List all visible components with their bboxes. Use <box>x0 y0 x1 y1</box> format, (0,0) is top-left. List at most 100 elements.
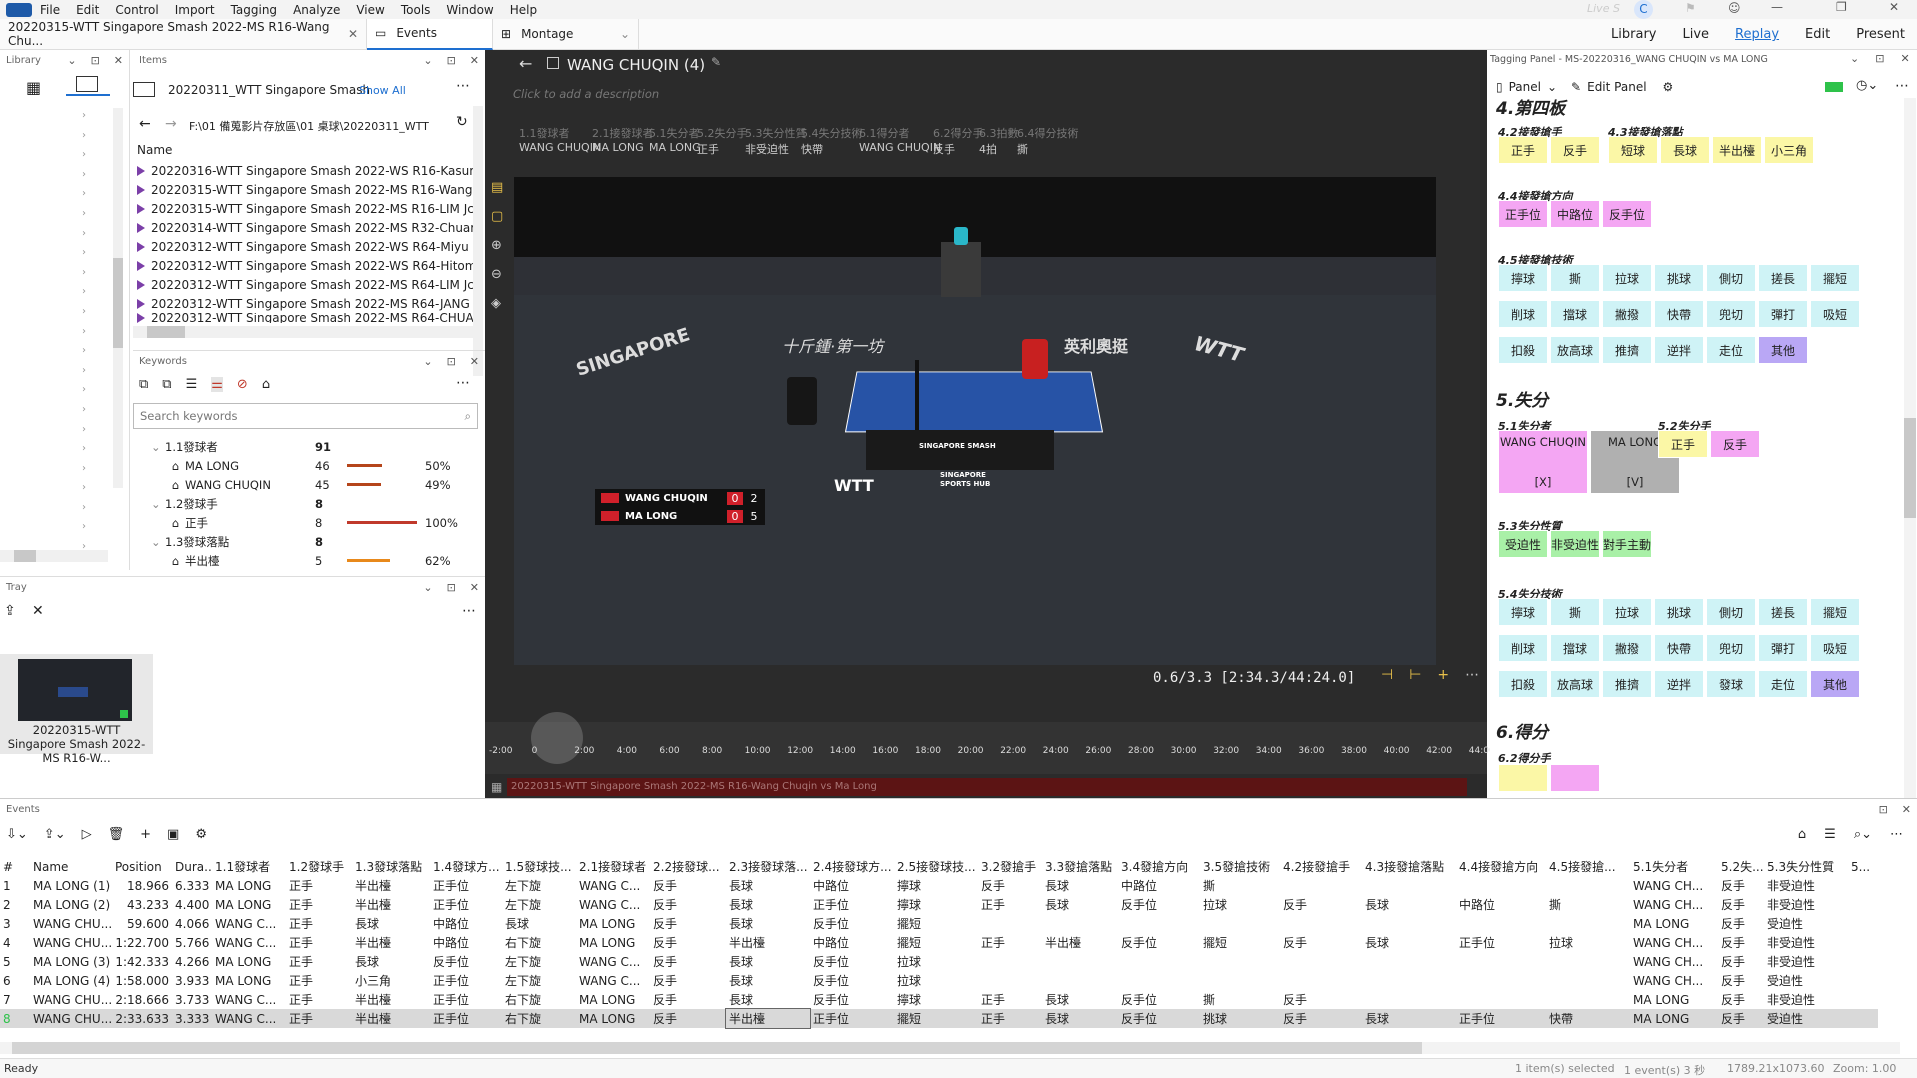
table-row[interactable]: 2 MA LONG (2) 43.233 4.400 MA LONG 正手 半出檯 正手位 左下… <box>0 895 1878 914</box>
tag-button[interactable]: WANG CHUQIN [X] <box>1498 430 1588 494</box>
column-header[interactable]: 4.3接發搶落點 <box>1362 857 1456 876</box>
table-cell[interactable]: 43.233 <box>112 895 172 914</box>
tag-button[interactable]: 放高球 <box>1550 336 1600 364</box>
tag-button[interactable]: 反手 <box>1710 430 1760 458</box>
column-header[interactable]: 5.2失... <box>1718 857 1764 876</box>
column-header[interactable]: 2.1接發球者 <box>576 857 650 876</box>
column-header[interactable]: 5... <box>1848 857 1878 876</box>
search-icon[interactable]: ⌕⌄ <box>1854 827 1872 842</box>
tag-button[interactable]: 半出檯 <box>1712 136 1762 164</box>
add-marker-icon[interactable]: + <box>1437 667 1449 683</box>
tag-button[interactable]: 正手 <box>1658 430 1708 458</box>
zoom-out-icon[interactable]: ⊖ <box>491 267 503 282</box>
edit-pencil-icon[interactable]: ✎ <box>711 55 721 69</box>
export-icon[interactable]: ⇪ <box>4 603 16 619</box>
minimize-icon[interactable]: — <box>1771 0 1783 14</box>
tag-button[interactable]: 搓長 <box>1758 598 1808 626</box>
tag-button[interactable]: 兜切 <box>1706 634 1756 662</box>
tag-button[interactable]: 彈打 <box>1758 634 1808 662</box>
tab-montage[interactable]: ⊞ Montage ⌄ <box>493 18 639 50</box>
column-header[interactable]: 4.2接發搶手 <box>1280 857 1362 876</box>
table-cell[interactable]: MA LONG (2) <box>30 895 112 914</box>
table-cell[interactable]: 1:22.700 <box>112 933 172 952</box>
close-icon[interactable]: ✕ <box>114 54 123 67</box>
tag-button[interactable]: 推擠 <box>1602 336 1652 364</box>
menu-tools[interactable]: Tools <box>393 3 439 17</box>
maximize-icon[interactable]: ❐ <box>1836 0 1847 14</box>
column-header[interactable]: 5.3失分性質 <box>1764 857 1848 876</box>
table-cell[interactable]: MA LONG (4) <box>30 971 112 990</box>
folder-icon[interactable] <box>76 76 98 92</box>
tag-button[interactable]: 其他 <box>1758 336 1808 364</box>
duplicate-icon[interactable]: ⧉ <box>162 377 171 392</box>
tag-button[interactable]: 快帶 <box>1654 300 1704 328</box>
keyword-group[interactable]: ⌄ 1.3發球落點 8 <box>151 532 471 551</box>
pin-icon[interactable]: ⊡ <box>447 54 456 67</box>
zoom-in-icon[interactable]: ⊕ <box>491 238 503 253</box>
flag-icon[interactable]: ⚑ <box>1685 1 1696 15</box>
close-icon[interactable]: ✕ <box>1902 803 1911 816</box>
export-icon[interactable]: ⇪⌄ <box>44 827 66 842</box>
tag-button[interactable]: 搓長 <box>1758 264 1808 292</box>
mode-edit[interactable]: Edit <box>1805 27 1830 42</box>
mode-library[interactable]: Library <box>1611 27 1656 42</box>
tag-button[interactable]: 撇撥 <box>1602 300 1652 328</box>
menu-import[interactable]: Import <box>167 3 223 17</box>
tag-button[interactable]: 吸短 <box>1810 300 1860 328</box>
save-icon[interactable]: ▣ <box>167 827 179 842</box>
items-scrollbar[interactable] <box>473 106 483 376</box>
keyword-item[interactable]: ⌂ WANG CHUQIN 45 49% <box>151 475 471 494</box>
tag-button[interactable]: 走位 <box>1706 336 1756 364</box>
columns-icon[interactable]: ☰ <box>1824 827 1836 842</box>
table-cell[interactable]: 59.600 <box>112 914 172 933</box>
panel-dropdown[interactable]: Panel <box>1509 80 1541 94</box>
list-item[interactable]: 20220315-WTT Singapore Smash 2022-MS R16… <box>133 199 473 218</box>
table-cell[interactable]: MA LONG (3) <box>30 952 112 971</box>
tag-button[interactable]: 扣殺 <box>1498 336 1548 364</box>
table-cell[interactable]: 2 <box>0 895 30 914</box>
tag-button[interactable]: 撕 <box>1550 264 1600 292</box>
table-row[interactable]: 8 WANG CHU... 2:33.633 3.333 WANG C... 正手 半出檯正… <box>0 1008 1878 1029</box>
tag-button[interactable]: 非受迫性 <box>1550 530 1600 558</box>
forward-arrow-icon[interactable]: → <box>165 116 177 132</box>
table-cell[interactable]: 8 <box>0 1009 30 1028</box>
tag-button[interactable]: 正手 <box>1498 136 1548 164</box>
table-row[interactable]: 7 WANG CHU... 2:18.666 3.733 WANG C... 正手 半出檯 正… <box>0 990 1878 1009</box>
keyword-group[interactable]: ⌄ 1.2發球手 8 <box>151 494 471 513</box>
tag-button[interactable]: 撕 <box>1550 598 1600 626</box>
layers-icon[interactable]: ◈ <box>491 296 503 311</box>
tab-events[interactable]: ▭ Events <box>367 18 493 50</box>
tag-button[interactable]: 正手位 <box>1498 200 1548 228</box>
close-icon[interactable]: ✕ <box>470 54 479 67</box>
list-item[interactable]: 20220316-WTT Singapore Smash 2022-WS R16… <box>133 161 473 180</box>
close-icon[interactable]: ✕ <box>1900 52 1909 65</box>
chevron-down-icon[interactable]: ⌄ <box>620 27 630 41</box>
tag-button[interactable]: 受迫性 <box>1498 530 1548 558</box>
mode-replay[interactable]: Replay <box>1735 27 1779 42</box>
table-cell[interactable]: 2:18.666 <box>112 990 172 1009</box>
chevron-down-icon[interactable]: ⌄ <box>1850 52 1859 65</box>
column-header[interactable]: # <box>0 857 30 876</box>
chevron-down-icon[interactable]: ⌄ <box>1547 80 1557 94</box>
pin-icon[interactable]: ⊡ <box>1879 803 1888 816</box>
tagging-scrollbar[interactable] <box>1904 98 1916 798</box>
menu-edit[interactable]: Edit <box>68 3 107 17</box>
tag-button[interactable]: 撇撥 <box>1602 634 1652 662</box>
column-header[interactable]: 1.1發球者 <box>212 857 286 876</box>
pin-icon[interactable]: ⊡ <box>447 355 456 368</box>
chevron-down-icon[interactable]: ⌄ <box>423 54 432 67</box>
tag-button[interactable]: 彈打 <box>1758 300 1808 328</box>
tag-button[interactable]: 發球 <box>1706 670 1756 698</box>
table-cell[interactable]: 7 <box>0 990 30 1009</box>
table-cell[interactable]: 2:33.633 <box>112 1009 172 1028</box>
chevron-down-icon[interactable]: ⌄ <box>151 497 161 511</box>
chevron-down-icon[interactable]: ⌄ <box>423 581 432 594</box>
table-cell[interactable]: 4 <box>0 933 30 952</box>
close-icon[interactable]: ✕ <box>470 581 479 594</box>
video-frame[interactable]: SINGAPORE 十斤鍾·第一坊 英利奧挺 WTT SINGAPORE SMA… <box>514 177 1436 665</box>
tag-button[interactable]: 長球 <box>1660 136 1710 164</box>
chart-icon[interactable]: ⚌ <box>211 377 223 392</box>
keyword-group[interactable]: ⌄ 1.1發球者 91 <box>151 437 471 456</box>
list-item[interactable]: 20220312-WTT Singapore Smash 2022-MS R64… <box>133 294 473 313</box>
table-cell[interactable]: 18.966 <box>112 876 172 895</box>
